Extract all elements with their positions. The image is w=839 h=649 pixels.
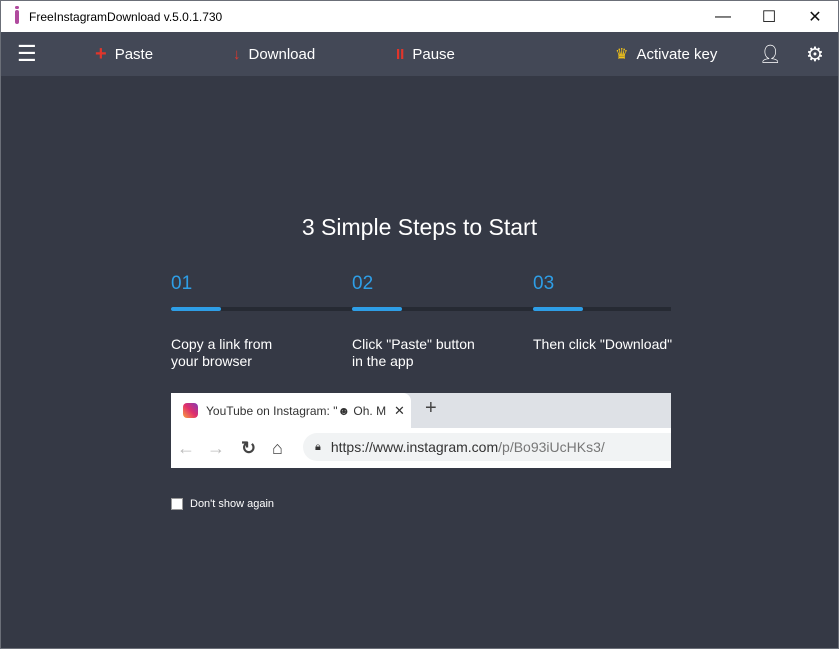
browser-illustration: YouTube on Instagram: "☻ Oh. M ✕ + ← → ↻ …	[171, 393, 671, 468]
step-description: Click "Paste" button in the app	[352, 336, 475, 369]
forward-icon: →	[207, 437, 225, 458]
arrow-down-icon: ↓	[233, 45, 241, 63]
close-tab-icon: ✕	[394, 402, 405, 418]
menu-icon[interactable]: ☰	[17, 32, 37, 76]
step-number: 02	[352, 273, 374, 294]
lock-icon: 🔒︎	[315, 440, 321, 453]
gear-icon[interactable]: ⚙	[806, 32, 824, 76]
back-icon: ←	[177, 437, 195, 458]
dont-show-again-checkbox[interactable]: Don't show again	[171, 498, 274, 510]
paste-label: Paste	[114, 45, 154, 63]
title-bar: FreeInstagramDownload v.5.0.1.730 — ☐ ✕	[1, 1, 838, 32]
new-tab-icon: +	[425, 397, 437, 419]
pause-label: Pause	[412, 45, 455, 63]
reload-icon: ↻	[241, 437, 257, 458]
minimize-button[interactable]: —	[700, 1, 746, 32]
steps-track	[171, 307, 671, 311]
page-title: 3 Simple Steps to Start	[301, 214, 538, 240]
pause-icon: II	[396, 45, 405, 63]
step-number: 03	[533, 273, 555, 294]
step-progress	[171, 307, 221, 311]
pause-button[interactable]: II Pause	[396, 32, 455, 76]
close-button[interactable]: ✕	[792, 1, 838, 32]
paste-button[interactable]: + Paste	[95, 32, 153, 76]
window-title: FreeInstagramDownload v.5.0.1.730	[29, 9, 223, 24]
step-progress	[533, 307, 583, 311]
browser-tab: YouTube on Instagram: "☻ Oh. M ✕	[171, 393, 411, 428]
url-path: /p/Bo93iUcHKs3/	[498, 439, 605, 455]
step-number: 01	[171, 273, 193, 294]
home-icon: ⌂	[272, 437, 283, 458]
activate-key-label: Activate key	[636, 45, 718, 63]
app-icon	[15, 5, 19, 24]
step-description: Copy a link from your browser	[171, 336, 273, 369]
instagram-icon	[183, 403, 198, 418]
user-icon[interactable]: 👤︎	[759, 32, 782, 76]
step-progress	[352, 307, 402, 311]
plus-icon: +	[95, 42, 107, 65]
step-description: Then click "Download"	[533, 336, 673, 352]
download-button[interactable]: ↓ Download	[233, 32, 315, 76]
checkbox-label: Don't show again	[190, 498, 275, 510]
download-label: Download	[248, 45, 316, 63]
tab-title: YouTube on Instagram: "☻ Oh. M	[206, 403, 386, 418]
activate-key-button[interactable]: ♛ Activate key	[615, 32, 717, 76]
maximize-button[interactable]: ☐	[746, 1, 792, 32]
url-host: https://www.instagram.com	[330, 439, 499, 455]
address-bar: 🔒︎ https://www.instagram.com/p/Bo93iUcHKs…	[303, 433, 671, 461]
checkbox[interactable]	[171, 498, 183, 510]
crown-icon: ♛	[615, 46, 629, 63]
toolbar: ☰ + Paste ↓ Download II Pause ♛ Activate key…	[1, 32, 838, 76]
